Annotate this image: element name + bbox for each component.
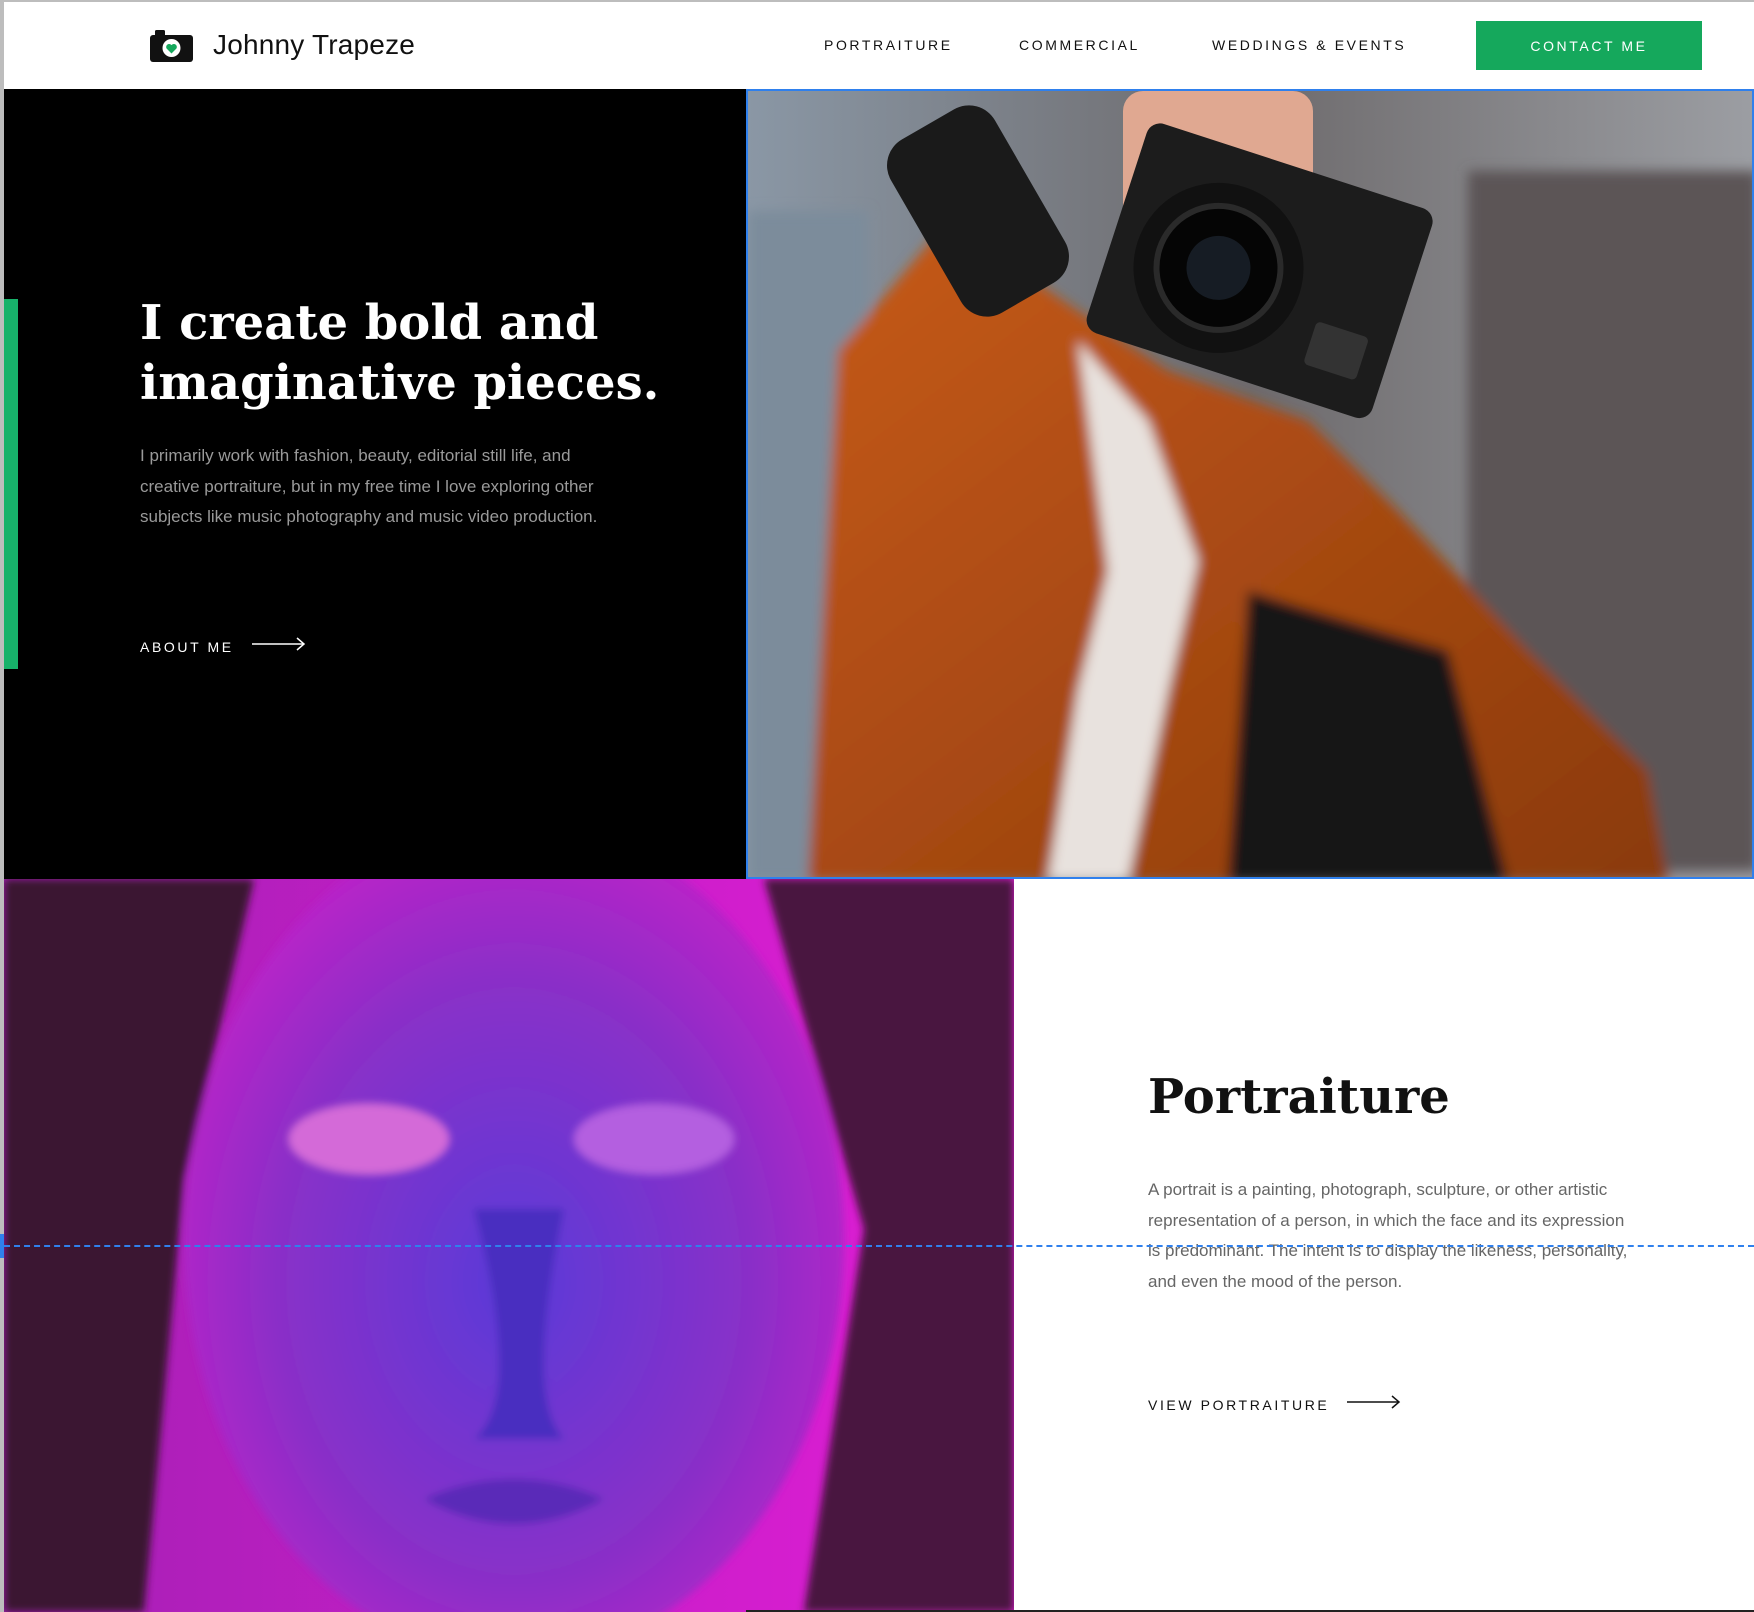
hero-description: I primarily work with fashion, beauty, e… xyxy=(140,446,598,526)
photographer-photo xyxy=(748,91,1752,877)
hero-title: I create bold and imaginative pieces. xyxy=(140,295,660,411)
contact-me-button[interactable]: CONTACT ME xyxy=(1476,21,1702,70)
arrow-right-icon xyxy=(1347,1395,1401,1414)
nav-item-weddings-events[interactable]: WEDDINGS & EVENTS xyxy=(1212,37,1406,53)
about-me-link[interactable]: ABOUT ME xyxy=(140,637,306,656)
portraiture-title: Portraiture xyxy=(1148,1069,1450,1125)
portraiture-description: A portrait is a painting, photograph, sc… xyxy=(1148,1180,1628,1291)
about-me-label: ABOUT ME xyxy=(140,638,234,655)
nav-item-portraiture[interactable]: PORTRAITURE xyxy=(824,37,953,53)
hero-text-panel: I create bold and imaginative pieces. I … xyxy=(4,89,746,879)
arrow-right-icon xyxy=(251,637,306,656)
nav-item-commercial[interactable]: COMMERCIAL xyxy=(1019,37,1140,53)
view-portraiture-link[interactable]: VIEW PORTRAITURE xyxy=(1148,1395,1401,1414)
hero-accent-bar xyxy=(4,299,18,669)
view-portraiture-label: VIEW PORTRAITURE xyxy=(1148,1396,1330,1413)
site-header: Johnny Trapeze PORTRAITURE COMMERCIAL WE… xyxy=(4,2,1754,89)
horizontal-guide-line[interactable] xyxy=(4,1245,1754,1247)
hero-image[interactable] xyxy=(746,89,1754,879)
